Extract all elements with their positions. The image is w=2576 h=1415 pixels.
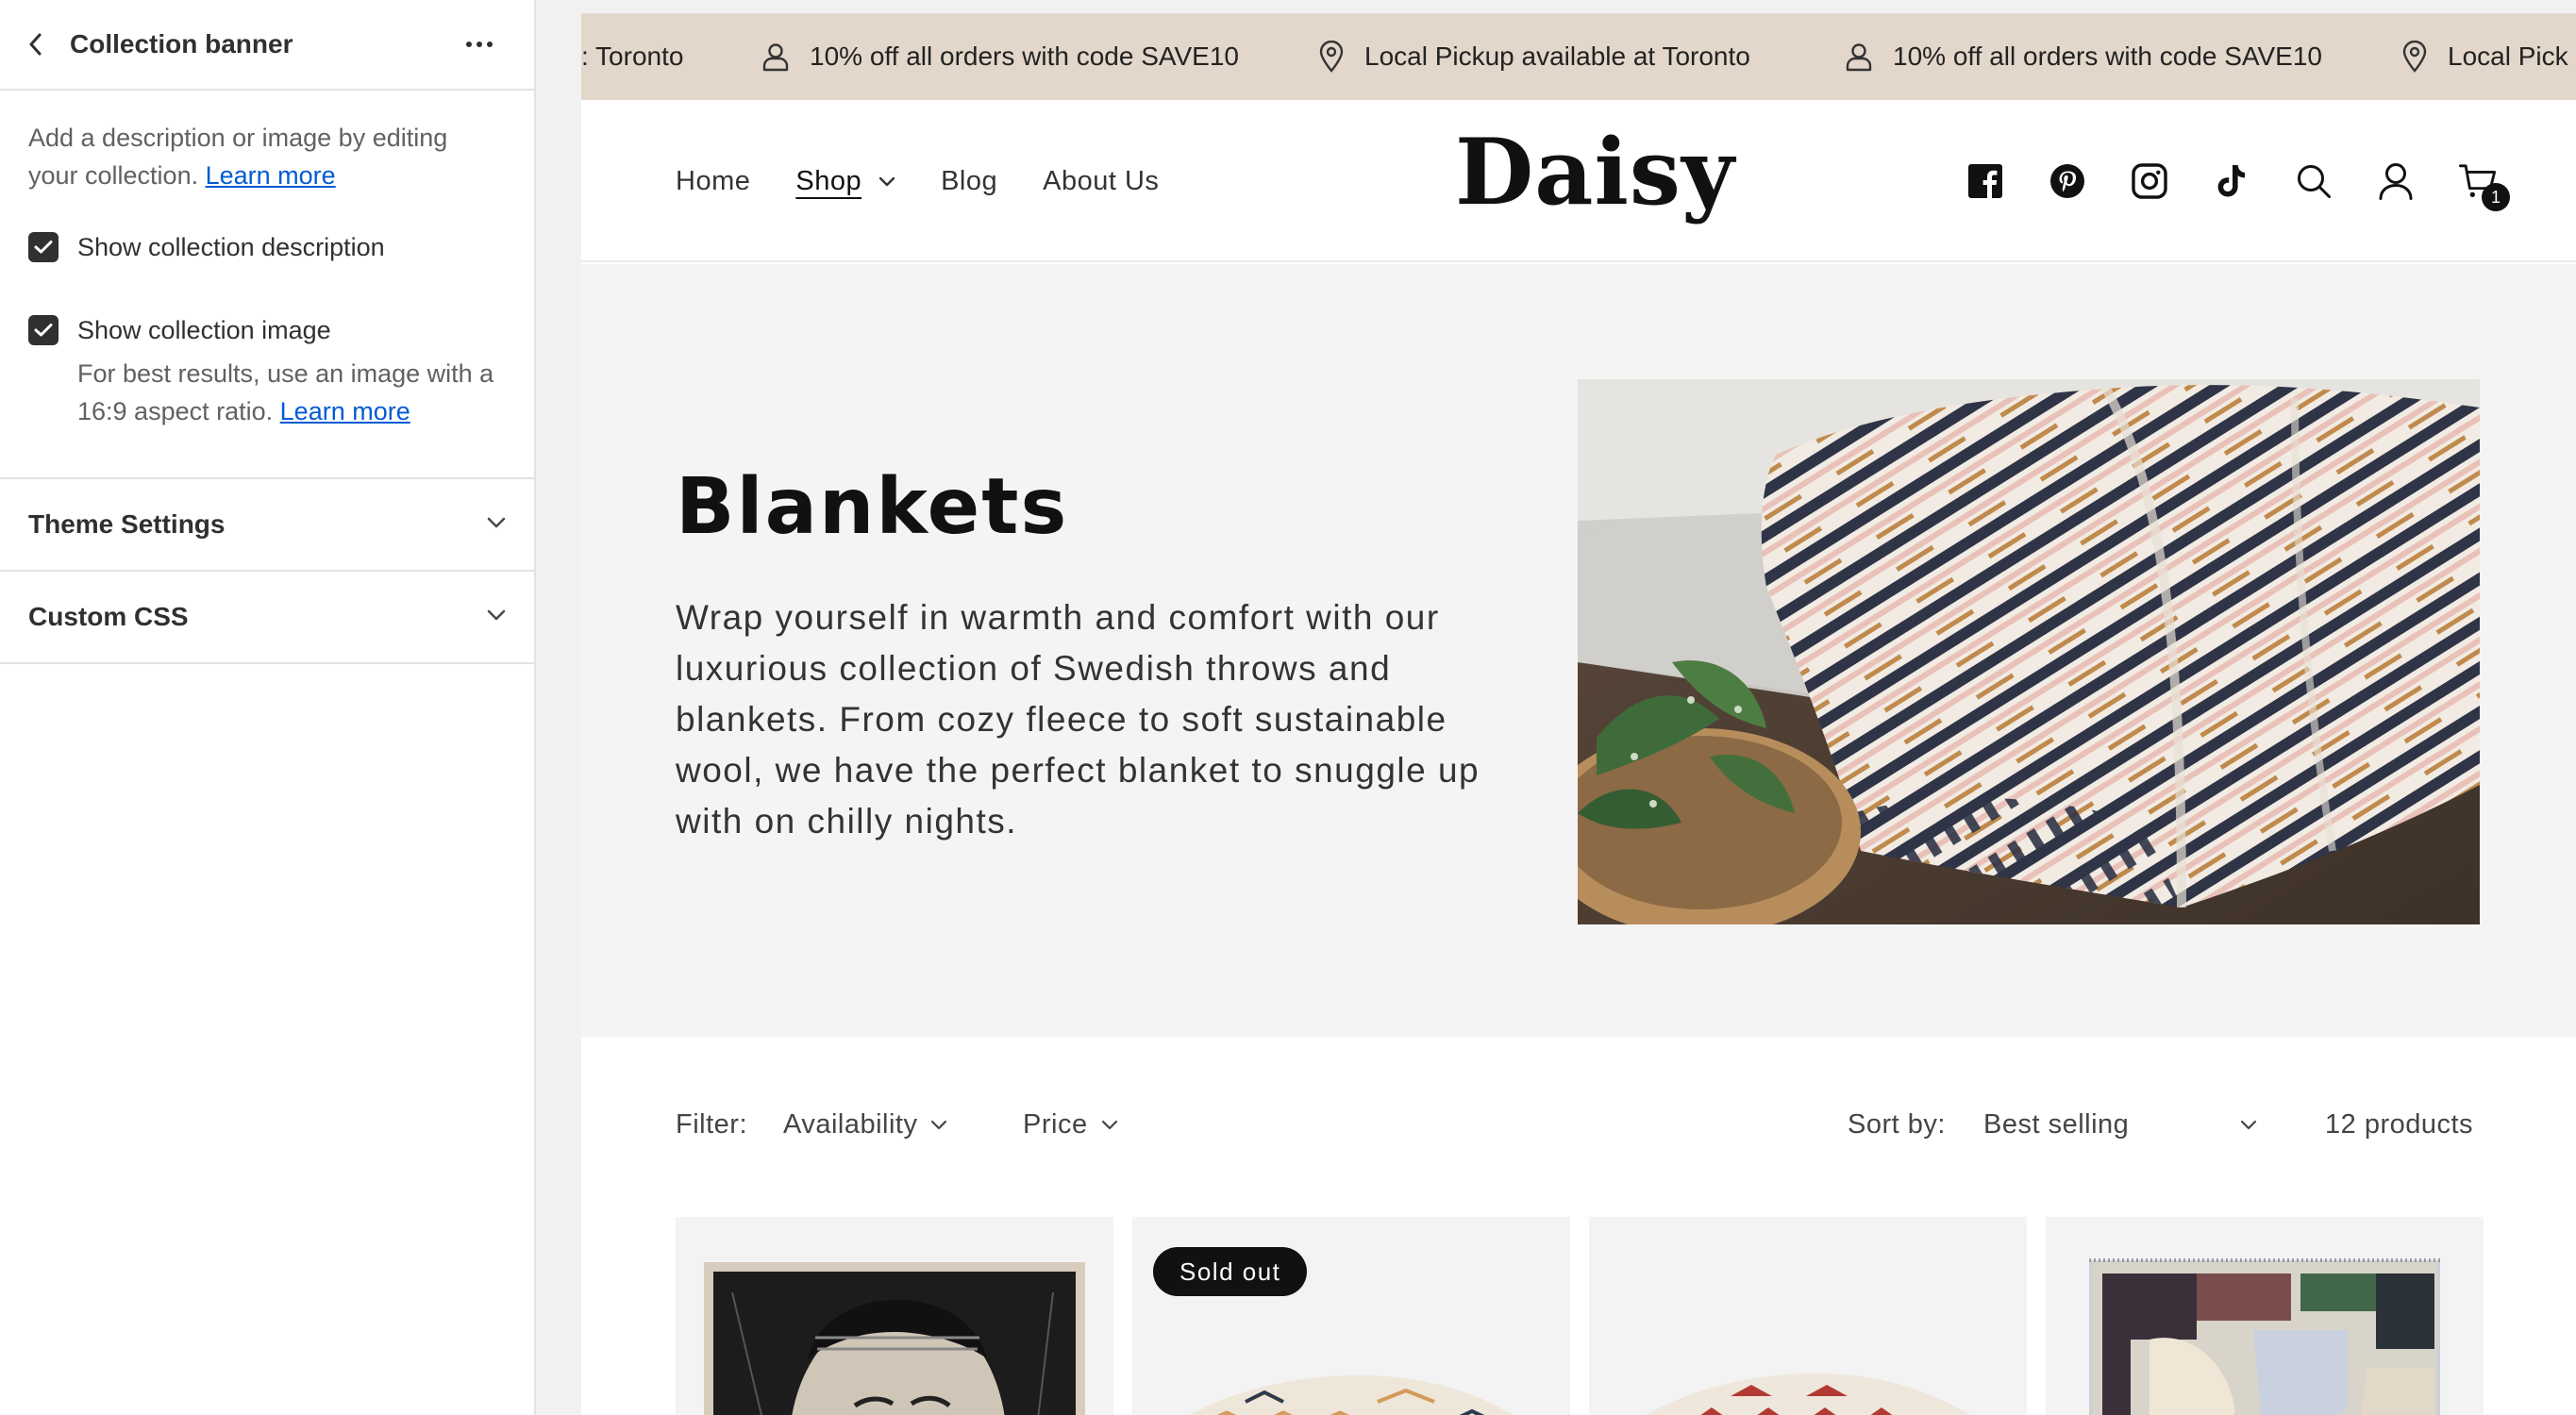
- store-logo[interactable]: Daisy: [1455, 119, 1735, 225]
- nav-shop[interactable]: Shop: [795, 166, 895, 197]
- editor-sidebar: Collection banner Add a description or i…: [0, 0, 536, 1415]
- announcement-item[interactable]: Local Pickup available at Toronto: [1319, 13, 1750, 100]
- back-arrow-icon[interactable]: [28, 30, 47, 58]
- chevron-down-icon: [931, 1120, 947, 1130]
- image-help-text: For best results, use an image with a 16…: [77, 355, 530, 430]
- sort-select[interactable]: Best selling: [1983, 1109, 2257, 1140]
- tiktok-icon[interactable]: [2213, 162, 2250, 200]
- learn-more-link[interactable]: Learn more: [206, 161, 336, 190]
- cart-count-badge: 1: [2482, 183, 2510, 211]
- price-filter[interactable]: Price: [1023, 1109, 1118, 1140]
- show-description-option[interactable]: Show collection description: [28, 232, 506, 262]
- collection-description: Wrap yourself in warmth and comfort with…: [676, 598, 1480, 841]
- user-icon: [762, 43, 789, 72]
- sidebar-title: Collection banner: [70, 29, 293, 58]
- show-image-label: Show collection image: [77, 315, 331, 344]
- sidebar-header: Collection banner: [0, 0, 534, 91]
- filter-label: Filter:: [676, 1109, 747, 1140]
- chevron-down-icon: [1101, 1120, 1117, 1130]
- product-card[interactable]: [2046, 1217, 2484, 1415]
- show-description-checkbox[interactable]: [28, 232, 59, 262]
- show-description-label: Show collection description: [77, 232, 385, 261]
- product-image: [704, 1262, 1085, 1415]
- announcement-bar: : Toronto 10% off all orders with code S…: [581, 13, 2576, 100]
- collection-image: [1578, 379, 2480, 924]
- location-pin-icon: [1319, 41, 1344, 73]
- product-card[interactable]: [676, 1217, 1113, 1415]
- announcement-item[interactable]: 10% off all orders with code SAVE10: [762, 13, 1239, 100]
- main-navigation: Home Shop Blog About Us: [676, 100, 1204, 262]
- storefront-preview: : Toronto 10% off all orders with code S…: [581, 13, 2576, 1415]
- more-options-icon[interactable]: [462, 30, 496, 58]
- theme-settings-section[interactable]: Theme Settings: [0, 477, 534, 570]
- store-header: Home Shop Blog About Us Daisy 1: [581, 100, 2576, 262]
- section-divider: [0, 662, 534, 664]
- chevron-down-icon: [487, 608, 506, 625]
- announcement-item[interactable]: Local Pick: [2402, 13, 2568, 100]
- theme-settings-title: Theme Settings: [28, 509, 226, 539]
- cart-icon[interactable]: 1: [2459, 162, 2510, 211]
- availability-label: Availability: [783, 1109, 918, 1140]
- nav-home[interactable]: Home: [676, 166, 750, 197]
- product-card[interactable]: [1589, 1217, 2027, 1415]
- sort-value: Best selling: [1983, 1109, 2130, 1140]
- filter-bar: Filter: Availability Price Sort by: Best…: [581, 1038, 2576, 1415]
- announcement-text: : Toronto: [581, 42, 684, 71]
- facebook-icon[interactable]: [1966, 162, 2004, 200]
- product-image: [2089, 1258, 2440, 1415]
- product-count: 12 products: [2325, 1109, 2474, 1140]
- account-icon[interactable]: [2377, 162, 2415, 200]
- chevron-down-icon: [2240, 1120, 2257, 1130]
- announcement-text: Local Pickup available at Toronto: [1364, 42, 1750, 71]
- location-pin-icon: [2402, 41, 2427, 73]
- show-image-checkbox[interactable]: [28, 315, 59, 345]
- collection-banner: Blankets Wrap yourself in warmth and com…: [581, 264, 2576, 1038]
- announcement-text: 10% off all orders with code SAVE10: [810, 42, 1239, 71]
- pinterest-icon[interactable]: [2049, 162, 2086, 200]
- user-icon: [1846, 43, 1872, 72]
- sort-label: Sort by:: [1848, 1109, 1946, 1140]
- announcement-item[interactable]: : Toronto: [581, 13, 683, 100]
- chevron-down-icon: [487, 516, 506, 533]
- search-icon[interactable]: [2295, 162, 2333, 200]
- custom-css-section[interactable]: Custom CSS: [0, 570, 534, 662]
- price-label: Price: [1023, 1109, 1088, 1140]
- chevron-down-icon: [878, 176, 895, 186]
- product-image: [1646, 1373, 1970, 1415]
- collection-title: Blankets: [676, 462, 1069, 552]
- product-card[interactable]: Sold out: [1132, 1217, 1570, 1415]
- nav-shop-label: Shop: [795, 165, 862, 196]
- custom-css-title: Custom CSS: [28, 602, 189, 631]
- nav-about-us[interactable]: About Us: [1043, 166, 1159, 197]
- sold-out-badge: Sold out: [1153, 1247, 1308, 1296]
- availability-filter[interactable]: Availability: [783, 1109, 947, 1140]
- announcement-item[interactable]: 10% off all orders with code SAVE10: [1846, 13, 2322, 100]
- image-help-learn-more-link[interactable]: Learn more: [280, 397, 410, 425]
- show-image-option[interactable]: Show collection image: [28, 315, 506, 345]
- announcement-text: Local Pick: [2448, 42, 2568, 71]
- sidebar-description: Add a description or image by editing yo…: [28, 119, 500, 194]
- nav-blog[interactable]: Blog: [941, 166, 997, 197]
- instagram-icon[interactable]: [2131, 162, 2168, 200]
- header-icons: 1: [1922, 100, 2510, 262]
- announcement-text: 10% off all orders with code SAVE10: [1893, 42, 2322, 71]
